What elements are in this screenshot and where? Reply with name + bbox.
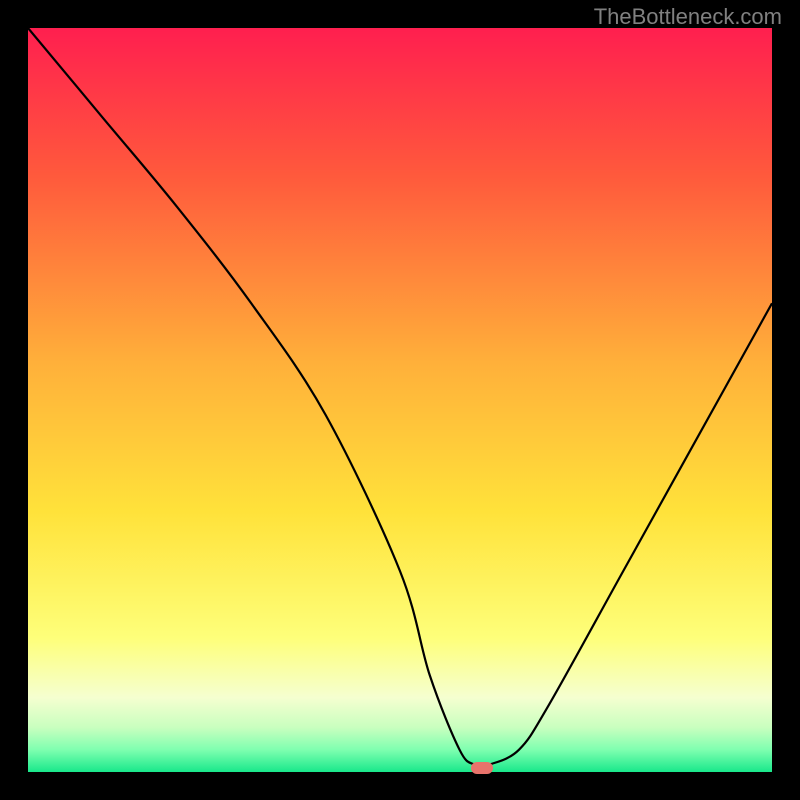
optimal-point-marker [471,762,493,774]
bottleneck-chart [28,28,772,772]
chart-curve [28,28,772,772]
watermark-text: TheBottleneck.com [594,4,782,30]
